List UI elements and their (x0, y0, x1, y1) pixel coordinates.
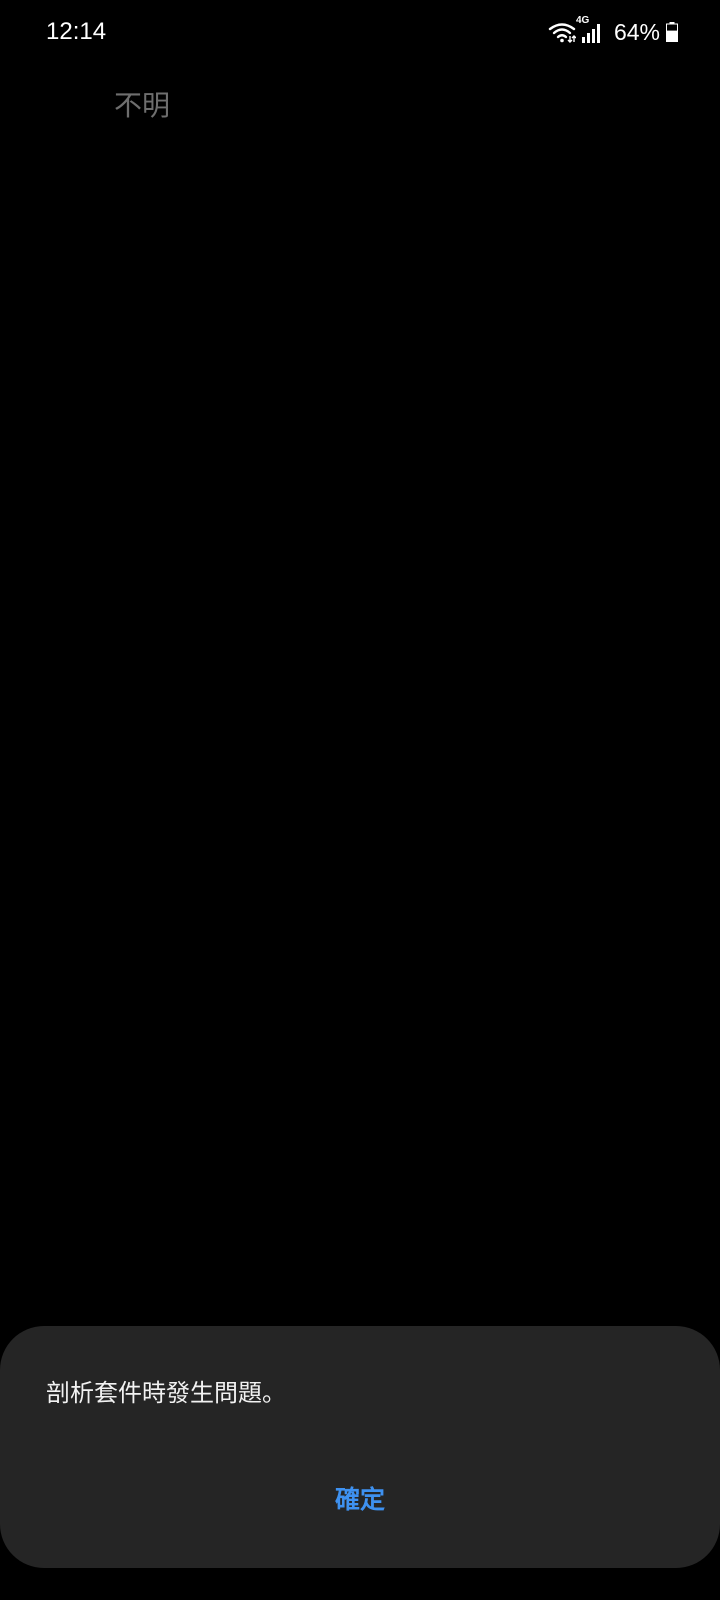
status-icons: 4G 64% (548, 15, 678, 48)
status-time: 12:14 (46, 18, 107, 45)
signal-icon (581, 24, 600, 43)
battery-fill (667, 30, 677, 42)
error-dialog: 剖析套件時發生問題。 確定 (0, 1326, 720, 1568)
battery-percent: 64% (613, 19, 660, 45)
dialog-message: 剖析套件時發生問題。 (46, 1379, 286, 1407)
battery-icon (666, 22, 678, 42)
package-name-label: 不明 (114, 89, 171, 122)
status-bar: 12:14 4G 64% (0, 0, 720, 64)
network-indicator: 4G (576, 15, 606, 45)
ok-button[interactable]: 確定 (240, 1468, 480, 1532)
wifi-icon (548, 23, 576, 43)
